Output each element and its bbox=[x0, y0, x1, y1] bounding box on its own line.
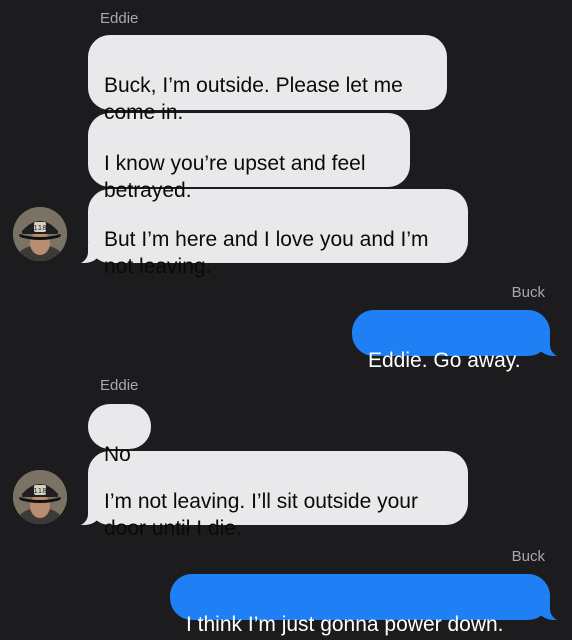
sender-name-eddie: Eddie bbox=[100, 10, 139, 27]
sender-name-eddie: Eddie bbox=[100, 377, 139, 394]
message-text: I think I’m just gonna power down. bbox=[186, 613, 504, 636]
outgoing-message-bubble[interactable]: Eddie. Go away. bbox=[352, 310, 572, 372]
firefighter-helmet-icon: 118 bbox=[13, 470, 67, 524]
svg-text:118: 118 bbox=[33, 224, 46, 232]
incoming-message-bubble[interactable]: I’m not leaving. I’ll sit outside your d… bbox=[62, 451, 468, 540]
sender-name-buck: Buck bbox=[511, 284, 545, 301]
eddie-avatar[interactable]: 118 bbox=[13, 470, 67, 524]
message-text: No bbox=[104, 443, 131, 466]
incoming-message-bubble[interactable]: I know you’re upset and feel betrayed. bbox=[88, 113, 410, 202]
incoming-message-bubble[interactable]: Buck, I’m outside. Please let me come in… bbox=[88, 35, 447, 124]
sender-name-buck: Buck bbox=[511, 548, 545, 565]
eddie-avatar[interactable]: 118 bbox=[13, 207, 67, 261]
svg-text:118: 118 bbox=[33, 487, 46, 495]
message-thread: Eddie Buck, I’m outside. Please let me c… bbox=[0, 0, 572, 640]
incoming-message-bubble[interactable]: No bbox=[88, 404, 151, 466]
message-text: Eddie. Go away. bbox=[368, 349, 521, 372]
outgoing-message-bubble[interactable]: I think I’m just gonna power down. bbox=[170, 574, 572, 636]
firefighter-helmet-icon: 118 bbox=[13, 207, 67, 261]
message-text: But I’m here and I love you and I’m not … bbox=[104, 228, 429, 278]
message-text: I’m not leaving. I’ll sit outside your d… bbox=[104, 490, 418, 540]
